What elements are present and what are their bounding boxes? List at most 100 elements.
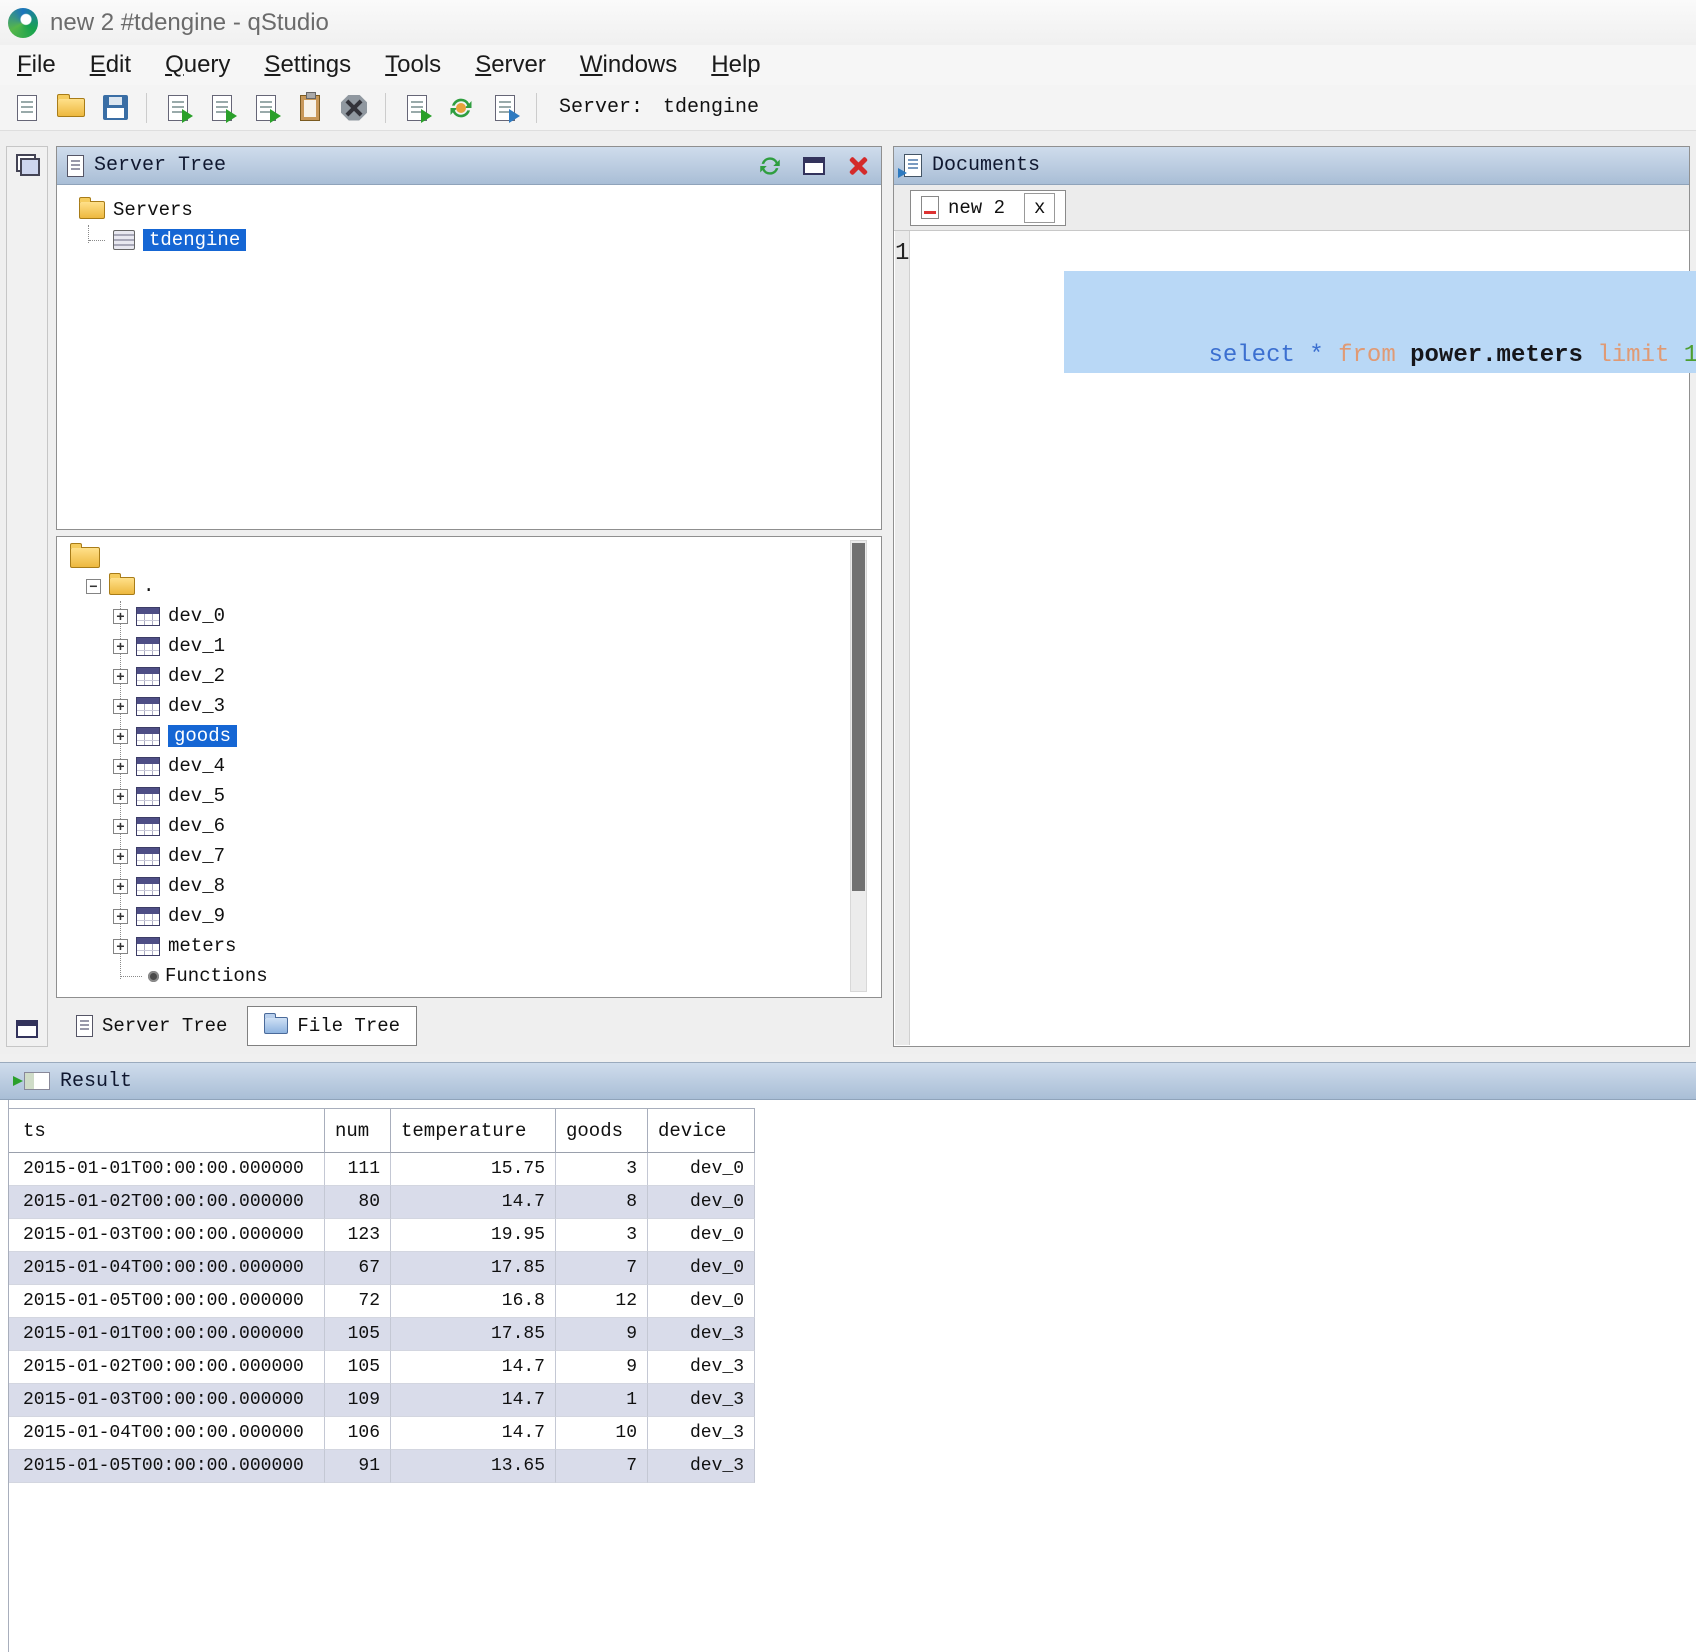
tree-item-table[interactable]: dev_2 [57,661,881,691]
column-header[interactable]: goods [556,1109,648,1153]
table-row[interactable]: 2015-01-03T00:00:00.000000 109 14.7 1 de… [9,1384,755,1417]
server-label: Server: [559,96,643,119]
menubar: FileEditQuerySettingsToolsServerWindowsH… [0,45,1696,85]
tree-item-table[interactable]: dev_8 [57,871,881,901]
table-row[interactable]: 2015-01-02T00:00:00.000000 105 14.7 9 de… [9,1351,755,1384]
table-row[interactable]: 2015-01-05T00:00:00.000000 91 13.65 7 de… [9,1450,755,1483]
scrollbar[interactable] [850,540,867,992]
expand-icon[interactable] [113,819,128,834]
execute-button[interactable] [398,89,436,127]
expand-icon[interactable] [113,849,128,864]
expand-icon[interactable] [113,669,128,684]
open-folder-icon [57,98,85,117]
table-row[interactable]: 2015-01-05T00:00:00.000000 72 16.8 12 de… [9,1285,755,1318]
column-header[interactable]: temperature [391,1109,556,1153]
expand-icon[interactable] [113,609,128,624]
result-header: Result [0,1062,1696,1100]
menu-item[interactable]: File [0,51,73,79]
table-name: dev_3 [168,695,225,717]
collapse-icon[interactable] [86,579,101,594]
sql-editor[interactable]: 1 select * from power.meters limit 10; [895,231,1688,1045]
column-header[interactable]: ts [9,1109,325,1153]
table-row[interactable]: 2015-01-02T00:00:00.000000 80 14.7 8 dev… [9,1186,755,1219]
tree-item-servers[interactable]: Servers [57,195,881,225]
run-query-button[interactable] [159,89,197,127]
menu-item[interactable]: Tools [368,51,458,79]
tree-item-root[interactable] [57,537,881,571]
folder-icon [79,201,105,219]
tab-close-button[interactable]: x [1024,193,1055,223]
cell-device: dev_3 [648,1318,755,1351]
sql-line[interactable]: select * from power.meters limit 10; [920,237,1696,271]
cell-num: 106 [325,1417,391,1450]
sql-token [1295,342,1309,369]
refresh-icon[interactable] [757,153,783,179]
tree-item-table[interactable]: goods [57,721,881,751]
column-header[interactable]: num [325,1109,391,1153]
server-tree-panel: Server Tree Servers [56,146,882,530]
tree-item-functions[interactable]: Functions [57,961,881,991]
document-tab-label: new 2 [948,197,1005,219]
column-header[interactable]: device [648,1109,755,1153]
tree-item-table[interactable]: dev_3 [57,691,881,721]
menu-item[interactable]: Settings [247,51,368,79]
stop-button[interactable] [335,89,373,127]
sql-token [1396,342,1410,369]
save-button[interactable] [96,89,134,127]
table-icon [136,727,160,746]
toolbar-separator [385,93,386,123]
expand-icon[interactable] [113,759,128,774]
table-row[interactable]: 2015-01-04T00:00:00.000000 67 17.85 7 de… [9,1252,755,1285]
run-line-button[interactable] [203,89,241,127]
tree-item-table[interactable]: dev_5 [57,781,881,811]
code-area[interactable]: select * from power.meters limit 10; [910,231,1696,1045]
expand-icon[interactable] [113,909,128,924]
expand-icon[interactable] [113,789,128,804]
menu-item[interactable]: Query [148,51,247,79]
expand-icon[interactable] [113,639,128,654]
tree-item-table[interactable]: dev_7 [57,841,881,871]
export-button[interactable] [486,89,524,127]
expand-icon[interactable] [113,879,128,894]
table-row[interactable]: 2015-01-04T00:00:00.000000 106 14.7 10 d… [9,1417,755,1450]
menu-item[interactable]: Server [458,51,563,79]
tab-new-2[interactable]: new 2 x [910,190,1066,226]
tree-item-dot[interactable]: . [57,571,881,601]
expand-icon[interactable] [113,729,128,744]
maximize-icon[interactable] [803,157,825,175]
tree-item-table[interactable]: dev_9 [57,901,881,931]
restore-panel-icon[interactable] [16,1020,38,1038]
tree-item-table[interactable]: dev_6 [57,811,881,841]
main-area: Server Tree Servers [0,131,1696,1054]
tab-server-tree[interactable]: Server Tree [60,1006,243,1046]
cell-goods: 12 [556,1285,648,1318]
cascade-windows-icon[interactable] [16,154,40,176]
menu-item[interactable]: Edit [73,51,148,79]
functions-label: Functions [165,965,268,987]
menu-item[interactable]: Help [694,51,777,79]
cell-temperature: 17.85 [391,1318,556,1351]
expand-icon[interactable] [113,939,128,954]
table-icon [136,697,160,716]
cell-num: 80 [325,1186,391,1219]
expand-icon[interactable] [113,699,128,714]
tree-item-table[interactable]: meters [57,931,881,961]
paste-button[interactable] [291,89,329,127]
tree-item-table[interactable]: dev_4 [57,751,881,781]
tree-item-server[interactable]: tdengine [57,225,881,255]
close-icon[interactable] [845,153,871,179]
menu-item[interactable]: Windows [563,51,694,79]
tree-item-table[interactable]: dev_0 [57,601,881,631]
scrollbar-thumb[interactable] [852,543,865,891]
tree-item-table[interactable]: dev_1 [57,631,881,661]
new-file-button[interactable] [8,89,46,127]
table-row[interactable]: 2015-01-01T00:00:00.000000 111 15.75 3 d… [9,1153,755,1186]
table-row[interactable]: 2015-01-01T00:00:00.000000 105 17.85 9 d… [9,1318,755,1351]
refresh-query-button[interactable] [442,89,480,127]
table-row[interactable]: 2015-01-03T00:00:00.000000 123 19.95 3 d… [9,1219,755,1252]
open-file-button[interactable] [52,89,90,127]
tab-file-tree[interactable]: File Tree [247,1006,417,1046]
app-logo-icon [8,8,38,38]
table-name: dev_0 [168,605,225,627]
run-selection-button[interactable] [247,89,285,127]
